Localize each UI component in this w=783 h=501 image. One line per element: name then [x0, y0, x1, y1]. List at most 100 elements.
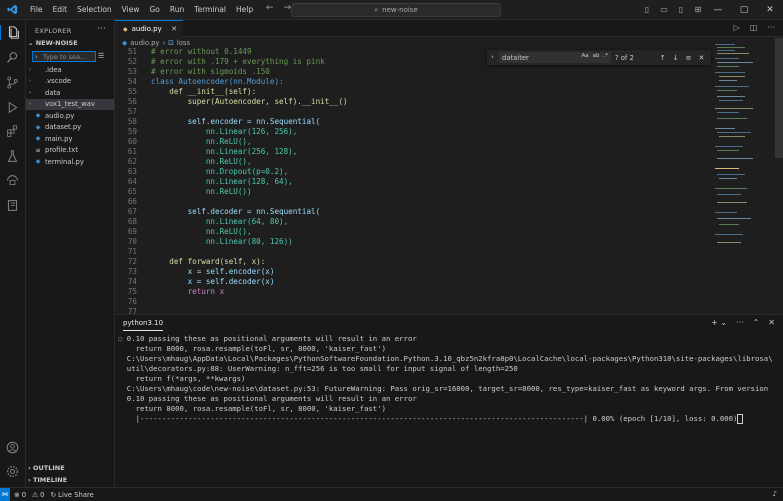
file-tree-item[interactable]: ◆ dataset.py: [26, 122, 114, 134]
explorer-filter-input[interactable]: › Type to sea...: [32, 51, 96, 62]
settings-gear-icon[interactable]: [5, 464, 20, 479]
minimize-button[interactable]: —: [705, 0, 731, 19]
more-actions-icon[interactable]: ···: [97, 24, 106, 34]
notebook-icon[interactable]: [5, 198, 20, 213]
file-tree-item[interactable]: ◆ main.py: [26, 133, 114, 145]
use-regex-toggle[interactable]: .*: [604, 53, 609, 59]
file-tree-item[interactable]: › .idea: [26, 64, 114, 76]
outline-section-header[interactable]: › OUTLINE: [28, 464, 65, 472]
split-editor-icon[interactable]: ◫: [750, 23, 758, 32]
menu-terminal[interactable]: Terminal: [189, 5, 231, 14]
line-number: 63: [127, 167, 137, 176]
run-debug-icon[interactable]: [5, 100, 20, 115]
code-editor[interactable]: 51 # error without 0.1449 52 # error with …: [115, 47, 713, 316]
file-tree-item[interactable]: › data: [26, 87, 114, 99]
previous-match-icon[interactable]: ↑: [660, 54, 666, 62]
file-tree-label: vox1_test_wav: [45, 100, 95, 109]
code-line: 52 # error with .179 + everything is pink: [115, 57, 325, 67]
code-text: x = self.decoder(x): [151, 277, 275, 286]
terminal-text: 0.10 passing these as positional argumen…: [126, 394, 417, 403]
remote-indicator-icon[interactable]: ⋈: [0, 488, 10, 501]
toggle-sidebar-icon[interactable]: ▯: [640, 0, 654, 19]
testing-flask-icon[interactable]: [5, 149, 20, 164]
maximize-panel-icon[interactable]: ⌃: [753, 318, 760, 327]
more-panel-actions-icon[interactable]: ···: [736, 318, 744, 327]
menu-file[interactable]: File: [25, 5, 48, 14]
code-line: 72 def forward(self, x):: [115, 257, 265, 267]
chevron-right-icon[interactable]: ›: [491, 53, 494, 61]
search-activity-icon[interactable]: [5, 50, 20, 65]
workspace-section-header[interactable]: ⌄ NEW-NOISE: [28, 39, 78, 47]
timeline-label: TIMELINE: [32, 476, 68, 484]
explorer-icon[interactable]: [0, 25, 21, 40]
filter-icon[interactable]: ☰: [98, 52, 104, 60]
minimap[interactable]: [713, 38, 783, 314]
find-in-selection-icon[interactable]: ≡: [686, 54, 692, 62]
customize-layout-icon[interactable]: ⊞: [691, 0, 705, 19]
menu-view[interactable]: View: [117, 5, 145, 14]
source-control-icon[interactable]: [5, 75, 20, 90]
command-center-search[interactable]: ⌕ new-noise: [291, 3, 501, 17]
file-tree-item[interactable]: ◆ audio.py: [26, 110, 114, 122]
live-share-button[interactable]: ↻ Live Share: [50, 491, 93, 499]
editor-tab-audio[interactable]: ◆ audio.py ✕: [115, 20, 183, 37]
timeline-section-header[interactable]: › TIMELINE: [28, 476, 67, 484]
line-number: 51: [127, 47, 137, 56]
match-whole-word-toggle[interactable]: ab: [593, 53, 600, 59]
account-icon[interactable]: [5, 440, 20, 455]
warnings-indicator[interactable]: ⚠ 0: [32, 491, 44, 499]
terminal-text: return f(*args, **kwargs): [126, 374, 246, 383]
file-tree-label: profile.txt: [45, 146, 78, 155]
live-share-icon: ↻: [50, 490, 57, 499]
code-line: 61 nn.Linear(256, 128),: [115, 147, 297, 157]
terminal-output[interactable]: ○ 0.10 passing these as positional argum…: [118, 334, 778, 424]
menu-go[interactable]: Go: [144, 5, 164, 14]
close-find-icon[interactable]: ✕: [698, 54, 704, 62]
run-python-icon[interactable]: ▷: [734, 23, 740, 32]
line-number: 65: [127, 187, 137, 196]
file-tree-item[interactable]: › vox1_test_wav: [26, 98, 114, 110]
breadcrumb-file[interactable]: audio.py: [130, 39, 159, 47]
file-tree-item[interactable]: ≡ profile.txt: [26, 145, 114, 157]
code-line: 62 nn.ReLU(),: [115, 157, 252, 167]
breadcrumb-symbol[interactable]: loss: [177, 39, 190, 47]
code-line: 63 nn.Dropout(p=0.2),: [115, 167, 288, 177]
remote-explorer-icon[interactable]: [5, 173, 20, 188]
notifications-bell-icon[interactable]: ♪: [773, 490, 777, 498]
errors-indicator[interactable]: ⊗ 0: [14, 491, 26, 499]
close-panel-icon[interactable]: ✕: [768, 318, 775, 327]
next-match-icon[interactable]: ↓: [673, 54, 679, 62]
extensions-icon[interactable]: [5, 124, 20, 139]
vscode-logo-icon: [5, 3, 19, 17]
line-number: 55: [127, 87, 137, 96]
back-arrow-icon[interactable]: ←: [266, 3, 274, 13]
title-bar: File Edit Selection View Go Run Terminal…: [0, 0, 783, 20]
close-tab-icon[interactable]: ✕: [171, 25, 177, 33]
line-number: 70: [127, 237, 137, 246]
code-text: nn.Dropout(p=0.2),: [151, 167, 289, 176]
code-line: 76: [115, 297, 151, 307]
toggle-secondary-sidebar-icon[interactable]: ▯: [674, 0, 688, 19]
terminal-tab[interactable]: python3.10: [123, 319, 164, 331]
forward-arrow-icon[interactable]: →: [284, 3, 292, 13]
progress-bar-text: |---------------------------------------…: [126, 414, 738, 423]
close-window-button[interactable]: ✕: [757, 0, 783, 19]
menu-selection[interactable]: Selection: [72, 5, 117, 14]
more-editor-actions-icon[interactable]: ···: [767, 23, 775, 32]
menu-run[interactable]: Run: [165, 5, 189, 14]
new-terminal-icon[interactable]: + ⌄: [711, 318, 727, 327]
menu-help[interactable]: Help: [231, 5, 258, 14]
file-tree-item[interactable]: ◆ terminal.py: [26, 156, 114, 168]
chevron-right-icon: ›: [29, 89, 31, 96]
line-number: 61: [127, 147, 137, 156]
toggle-panel-icon[interactable]: ▭: [657, 0, 671, 19]
file-tree-item[interactable]: › .vscode: [26, 76, 114, 88]
file-tree: › .idea › .vscode › data › vox1_test_wav ◆ au…: [26, 64, 114, 168]
find-input[interactable]: dataiter Aa ab .*: [499, 52, 611, 63]
menu-edit[interactable]: Edit: [48, 5, 73, 14]
error-count: 0: [21, 490, 27, 499]
editor-scrollbar[interactable]: [775, 38, 783, 158]
match-case-toggle[interactable]: Aa: [581, 53, 588, 59]
maximize-button[interactable]: ▢: [731, 0, 757, 19]
line-number: 53: [127, 67, 137, 76]
